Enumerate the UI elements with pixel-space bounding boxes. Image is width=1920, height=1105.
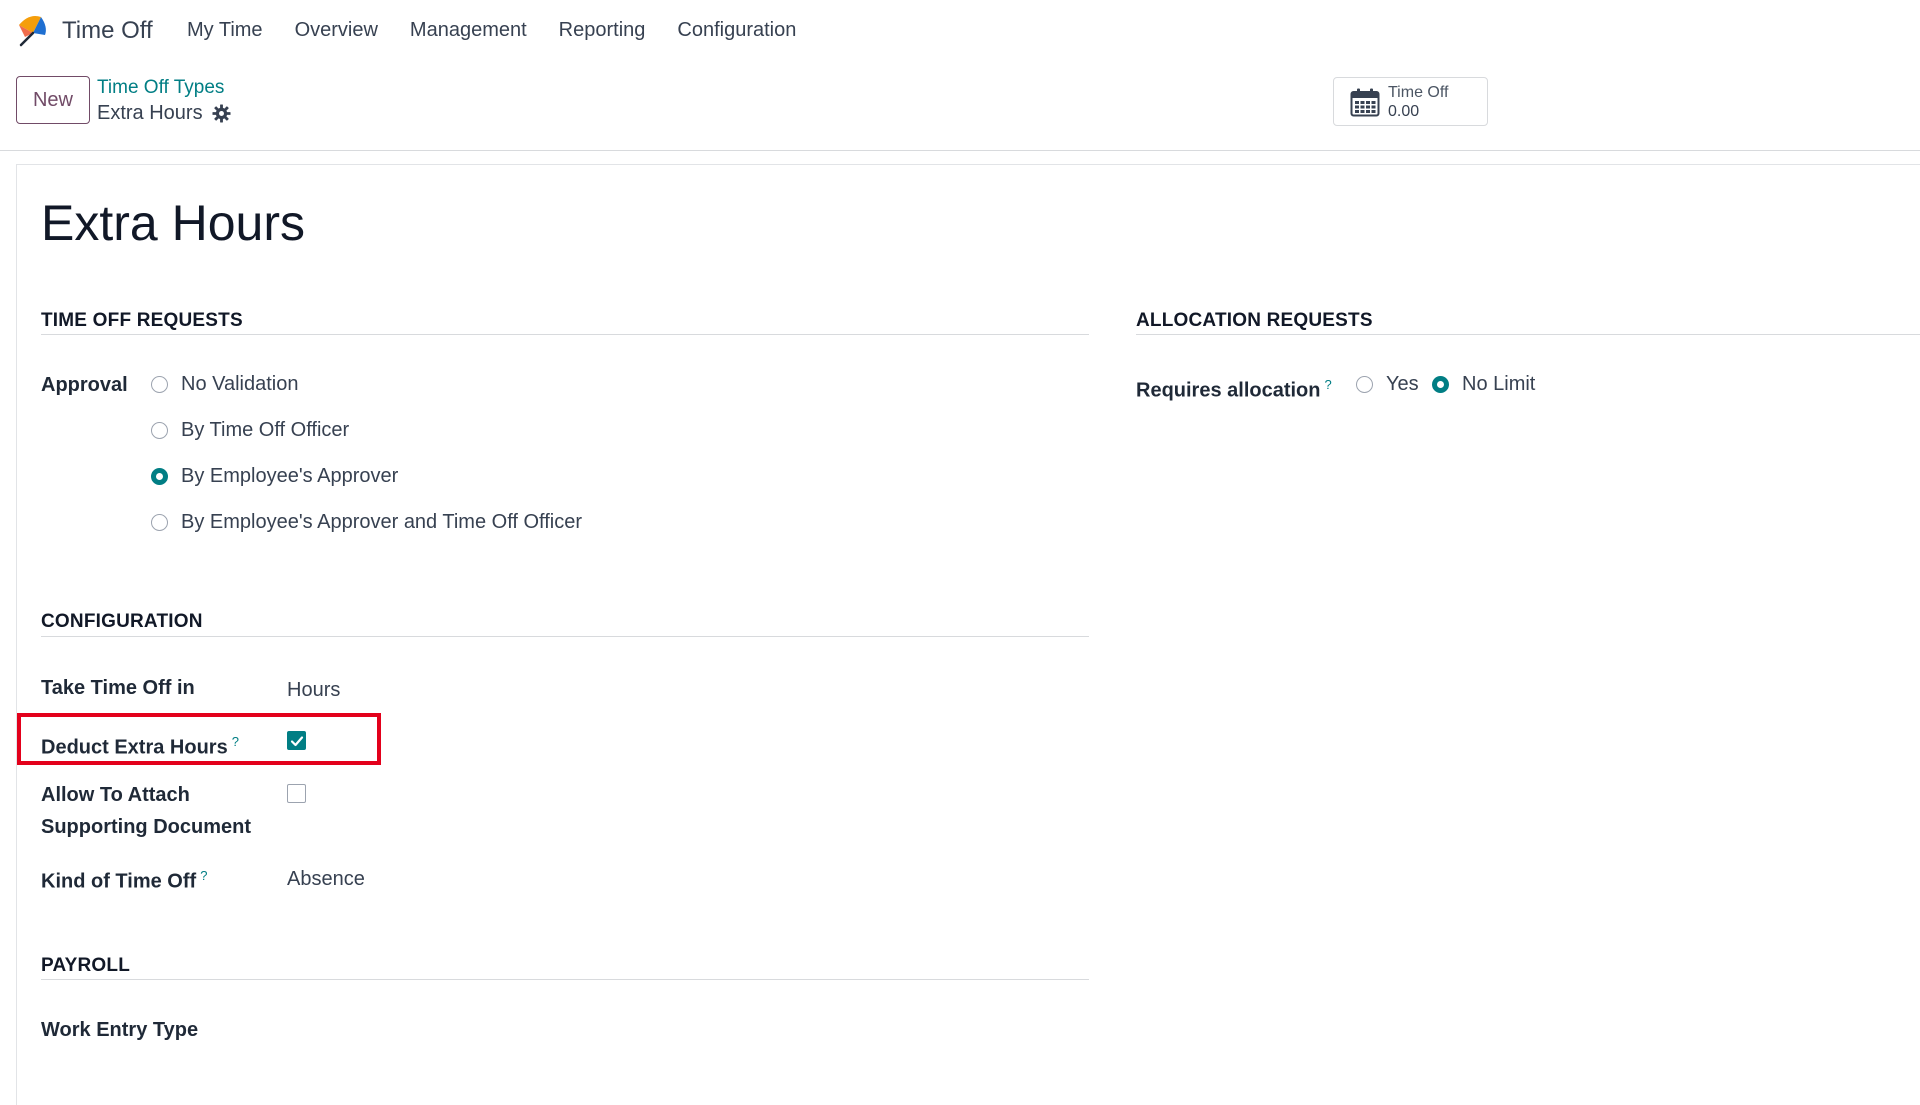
menu-configuration[interactable]: Configuration [677, 19, 796, 42]
section-divider [41, 979, 1089, 980]
section-title-payroll: PAYROLL [41, 955, 131, 976]
take-time-off-in-label: Take Time Off in [41, 677, 195, 699]
checkmark-icon [290, 736, 304, 747]
radio-button-selected[interactable] [1432, 376, 1449, 393]
section-divider [1136, 334, 1920, 335]
requires-allocation-text: Requires allocation [1136, 379, 1321, 402]
radio-label: By Employee's Approver and Time Off Offi… [181, 511, 583, 533]
gear-icon[interactable] [212, 104, 231, 123]
record-title[interactable]: Extra Hours [41, 194, 305, 252]
approval-label: Approval [41, 374, 128, 396]
radio-button[interactable] [1356, 376, 1373, 393]
deduct-extra-hours-label: Deduct Extra Hours? [41, 726, 239, 764]
approval-option-by-employee-approver[interactable]: By Employee's Approver [151, 465, 398, 488]
allocation-option-no-limit[interactable]: No Limit [1432, 373, 1535, 396]
control-panel-divider [0, 150, 1920, 151]
radio-button[interactable] [151, 376, 168, 393]
allow-attach-label-line1: Allow To Attach [41, 784, 190, 806]
new-button[interactable]: New [16, 76, 90, 124]
app-name[interactable]: Time Off [62, 17, 153, 45]
radio-label: Yes [1386, 373, 1419, 395]
allocation-option-yes[interactable]: Yes [1356, 373, 1419, 396]
radio-button[interactable] [151, 514, 168, 531]
section-divider [41, 334, 1089, 335]
work-entry-type-label: Work Entry Type [41, 1019, 199, 1041]
stat-label: Time Off [1388, 84, 1449, 101]
breadcrumb-current-record: Extra Hours [97, 102, 203, 124]
menu-reporting[interactable]: Reporting [559, 19, 646, 42]
radio-label: By Employee's Approver [181, 465, 399, 487]
kind-of-time-off-text: Kind of Time Off [41, 870, 197, 893]
kind-of-time-off-label: Kind of Time Off? [41, 860, 207, 898]
menu-overview[interactable]: Overview [295, 19, 378, 42]
allow-attach-label: Allow To Attach Supporting Document [41, 779, 251, 843]
take-time-off-in-value[interactable]: Hours [287, 679, 340, 702]
time-off-stat-button[interactable]: Time Off 0.00 [1333, 77, 1488, 126]
deduct-extra-hours-checkbox[interactable] [287, 731, 306, 750]
allow-attach-label-line2: Supporting Document [41, 816, 251, 838]
kind-of-time-off-value[interactable]: Absence [287, 868, 365, 891]
requires-allocation-label: Requires allocation? [1136, 369, 1332, 407]
approval-option-no-validation[interactable]: No Validation [151, 373, 298, 396]
form-sheet [16, 164, 1920, 1105]
section-title-allocation-requests: ALLOCATION REQUESTS [1136, 310, 1373, 331]
section-title-configuration: CONFIGURATION [41, 611, 203, 632]
radio-button-selected[interactable] [151, 468, 168, 485]
section-divider [41, 636, 1089, 637]
menu-management[interactable]: Management [410, 19, 527, 42]
radio-label: No Validation [181, 373, 299, 395]
time-off-app-icon[interactable] [15, 11, 51, 47]
approval-option-by-officer[interactable]: By Time Off Officer [151, 419, 349, 442]
approval-option-by-approver-and-officer[interactable]: By Employee's Approver and Time Off Offi… [151, 511, 582, 534]
top-navbar: Time Off My Time Overview Management Rep… [0, 0, 1920, 62]
breadcrumb-time-off-types[interactable]: Time Off Types [97, 77, 224, 99]
radio-button[interactable] [151, 422, 168, 439]
radio-label: No Limit [1462, 373, 1536, 395]
menu-my-time[interactable]: My Time [187, 19, 263, 42]
section-title-time-off-requests: TIME OFF REQUESTS [41, 310, 243, 331]
allow-attach-checkbox[interactable] [287, 784, 306, 803]
help-tooltip-icon[interactable]: ? [1325, 377, 1332, 392]
radio-label: By Time Off Officer [181, 419, 350, 441]
help-tooltip-icon[interactable]: ? [200, 868, 207, 883]
deduct-extra-hours-text: Deduct Extra Hours [41, 736, 228, 759]
calendar-icon [1350, 88, 1380, 117]
help-tooltip-icon[interactable]: ? [232, 734, 239, 749]
main-menu: My Time Overview Management Reporting Co… [187, 19, 828, 42]
stat-value: 0.00 [1388, 103, 1420, 120]
